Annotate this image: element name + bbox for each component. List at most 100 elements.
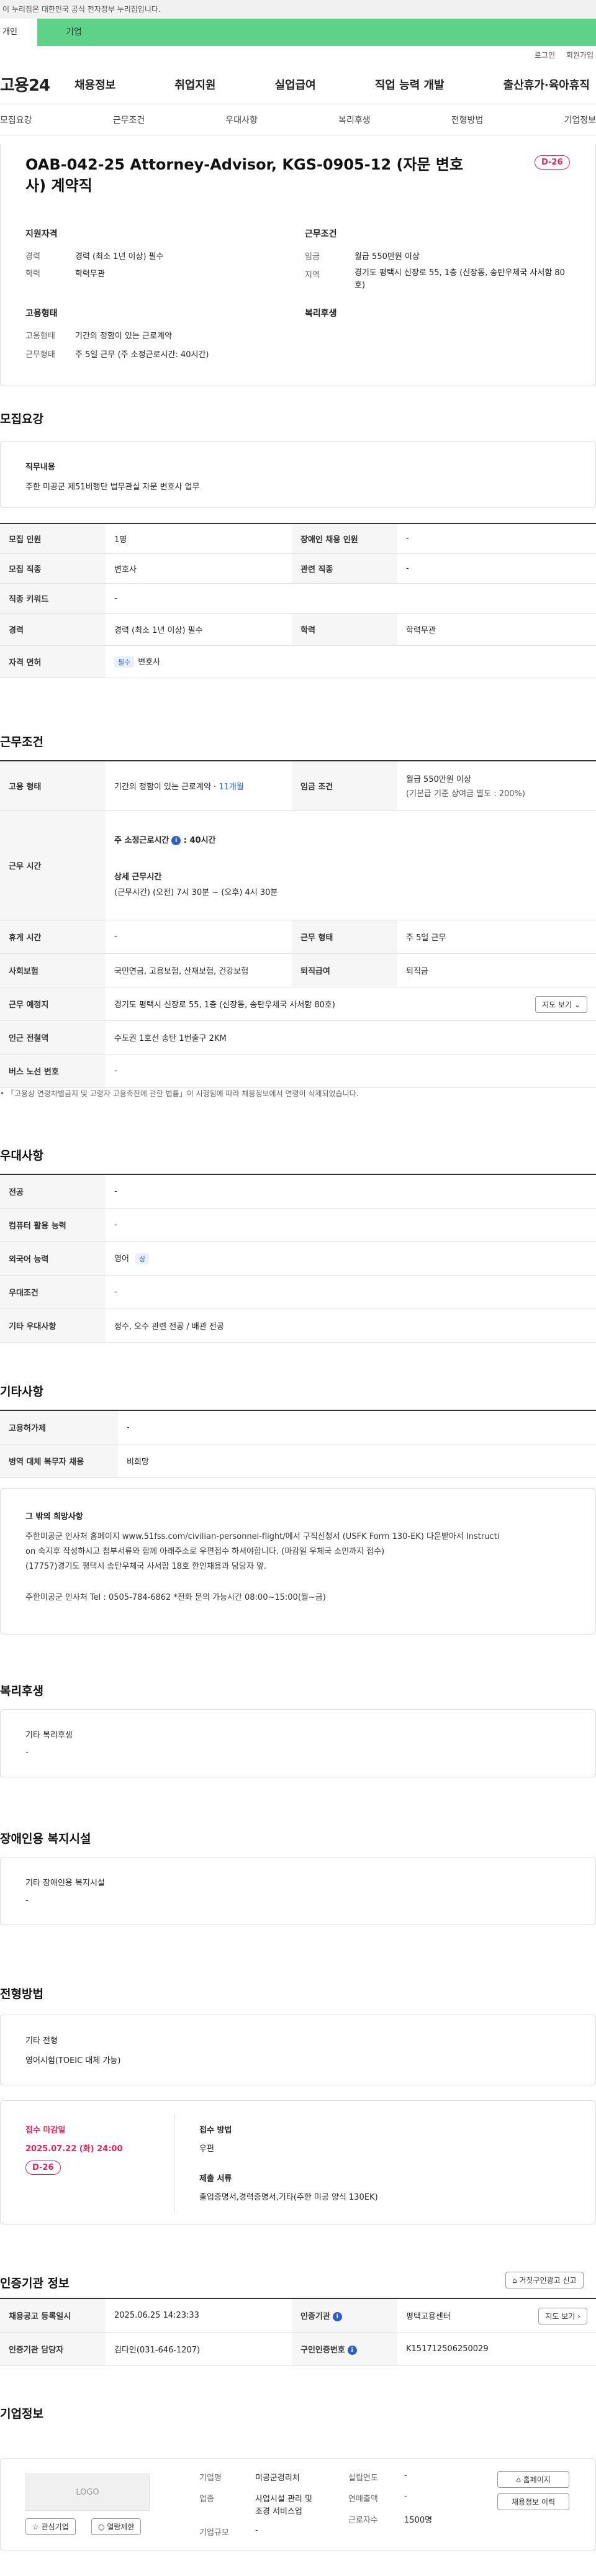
cell-label: 사회보험: [0, 953, 106, 987]
gnb-item-unemployment[interactable]: 실업급여: [275, 76, 316, 93]
util-links: 로그인 회원가입: [0, 46, 596, 65]
welfare-label: 기타 복리후생: [25, 1731, 73, 1740]
job-history-button[interactable]: 채용정보 이력: [497, 2493, 569, 2510]
cell-value: -: [118, 1410, 596, 1444]
conditions-heading: 근무조건: [0, 735, 43, 749]
recruit-heading: 모집요강: [0, 412, 43, 426]
work-time-value: 주 5일 근무 (주 소정근로시간: 40시간): [75, 350, 209, 360]
gnb-item-employment-support[interactable]: 취업지원: [174, 76, 215, 93]
cell-label: 모집 직종: [0, 553, 106, 584]
lang-value: 영어: [114, 1254, 129, 1264]
fav-label: 관심기업: [41, 2523, 69, 2531]
cell-label: 인증기관 i: [292, 2298, 397, 2333]
required-badge: 필수: [114, 656, 135, 668]
cell-label: 기타 우대사항: [0, 1308, 106, 1343]
gnb-item-jobs[interactable]: 채용정보: [74, 76, 115, 93]
cert-heading: 인증기관 정보: [0, 2277, 70, 2290]
duty-label: 직무내용: [25, 463, 55, 472]
sales-value: -: [404, 2492, 407, 2501]
wage-line1: 월급 550만원 이상: [406, 775, 471, 785]
emp-type-label: 고용형태: [25, 332, 55, 341]
report-button-label: 거짓구인광고 신고: [519, 2276, 577, 2285]
edu-value: 학력무관: [75, 270, 105, 279]
hours-detail: (근무시간) (오전) 7시 30분 ~ (오후) 4시 30분: [114, 887, 278, 897]
cell-value: 1명: [106, 524, 292, 554]
map-button[interactable]: 지도 보기 ⌄: [535, 995, 587, 1013]
subnav-recruit[interactable]: 모집요강: [0, 114, 32, 126]
disabled-value: -: [25, 1896, 29, 1905]
homepage-button[interactable]: ⌂ 홈페이지: [497, 2471, 569, 2488]
apply-box: 접수 마감일 2025.07.22 (화) 24:00 D-26 접수 방법 우…: [0, 2100, 596, 2225]
job-title: OAB-042-25 Attorney-Advisor, KGS-0905-12…: [25, 156, 464, 194]
map-button-label: 지도 보기: [545, 2312, 576, 2321]
cell-value: 경기도 평택시 신장로 55, 1층 (신장동, 송탄우체국 사서함 80호) …: [106, 987, 596, 1021]
cell-label: 임금 조건: [292, 761, 397, 811]
deadline-dday: D-26: [25, 2161, 61, 2175]
tab-company[interactable]: 기업: [37, 19, 596, 46]
gnb-item-leave[interactable]: 출산휴가·육아휴직: [503, 76, 590, 93]
subnav-company[interactable]: 기업정보: [564, 114, 596, 126]
restrict-view-button[interactable]: ○ 열람제한: [91, 2518, 142, 2535]
cell-label: 외국어 능력: [0, 1241, 106, 1276]
favorite-company-button[interactable]: ☆ 관심기업: [25, 2518, 76, 2535]
table-row: 직종 키워드 -: [0, 583, 596, 614]
cell-label: 인증기관 담당자: [0, 2332, 106, 2366]
cell-value: 평택고용센터 지도 보기 ›: [397, 2298, 596, 2333]
career-value: 경력 (최소 1년 이상) 필수: [75, 252, 164, 261]
cell-label: 근무 형태: [292, 920, 397, 954]
hope-line: (17757)경기도 평택시 송탄우체국 사서함 18호 한인채용과 담당자 앞…: [25, 1562, 267, 1571]
tab-person[interactable]: 개인: [0, 19, 37, 46]
emp-count-label: 근로자수: [348, 2516, 378, 2525]
selection-value: 영어시험(TOEIC 대체 가능): [25, 2056, 121, 2066]
size-value: -: [255, 2526, 258, 2535]
subnav-preference[interactable]: 우대사항: [225, 114, 258, 126]
cell-value: 김다인(031-646-1207): [106, 2332, 292, 2366]
industry-label: 업종: [199, 2495, 214, 2504]
cell-label: 퇴직급여: [292, 953, 397, 987]
cell-value: -: [106, 1275, 596, 1309]
chevron-right-icon: ›: [577, 2312, 580, 2321]
cell-value: K151712506250029: [397, 2332, 596, 2366]
table-row: 우대조건 -: [0, 1275, 596, 1309]
site-logo[interactable]: 고용24: [0, 73, 74, 96]
table-row: 경력 경력 (최소 1년 이상) 필수 학력 학력무관: [0, 613, 596, 646]
hours-weekly: 주 소정근로시간: [114, 835, 169, 845]
cell-value: 주 소정근로시간 i : 40시간 상세 근무시간 (근무시간) (오전) 7시 …: [106, 810, 596, 920]
subnav-conditions[interactable]: 근무조건: [113, 114, 145, 126]
map-button-label: 지도 보기: [542, 1000, 572, 1009]
info-icon[interactable]: i: [171, 835, 181, 845]
agency-map-button[interactable]: 지도 보기 ›: [538, 2308, 587, 2324]
login-link[interactable]: 로그인: [535, 51, 555, 60]
table-row: 외국어 능력 영어 상: [0, 1241, 596, 1276]
subnav-selection[interactable]: 전형방법: [451, 114, 484, 126]
hours-weekly-value: : 40시간: [183, 835, 216, 845]
license-value: 변호사: [138, 658, 161, 667]
job-summary-card: OAB-042-25 Attorney-Advisor, KGS-0905-12…: [0, 144, 596, 386]
info-icon[interactable]: i: [332, 2311, 342, 2321]
circle-icon: ○: [98, 2523, 105, 2531]
duty-value: 주한 미공군 제51비행단 법무관실 자문 변호사 업무: [25, 483, 200, 492]
report-button[interactable]: ⌂ 거짓구인광고 신고: [505, 2272, 584, 2288]
cell-label: 구인인증번호 i: [292, 2332, 397, 2366]
cell-value: -: [106, 920, 292, 954]
company-name-label: 기업명: [199, 2474, 222, 2483]
cert-table: 채용공고 등록일시 2025.06.25 14:23:33 인증기관 i 평택고용…: [0, 2298, 596, 2366]
cell-value: 월급 550만원 이상 (기본급 기준 상여금 별도 : 200%): [397, 761, 596, 811]
emp-type-value: 기간의 정함이 있는 근로계약: [75, 332, 172, 341]
table-row: 고용허가제 -: [0, 1410, 596, 1444]
gov-banner: 이 누리집은 대한민국 공식 전자정부 누리집입니다.: [0, 0, 596, 19]
info-icon[interactable]: i: [347, 2345, 357, 2355]
disabled-heading: 장애인용 복지시설: [0, 1832, 91, 1846]
recruit-table: 모집 인원 1명 장애인 채용 인원 - 모집 직종 변호사 관련 직종 - 직…: [0, 523, 596, 678]
subnav-welfare[interactable]: 복리후생: [338, 114, 371, 126]
cell-value: -: [397, 553, 596, 584]
selection-heading: 전형방법: [0, 1987, 43, 2001]
age-notice: • 「고용상 연령차별금지 및 고령자 고용촉진에 관한 법률」이 시행됨에 따…: [0, 1089, 359, 1098]
cell-value: -: [106, 583, 596, 614]
cell-label: 장애인 채용 인원: [292, 524, 397, 554]
join-link[interactable]: 회원가입: [566, 51, 594, 60]
emp-value: 기간의 정함이 있는 근로계약 ·: [114, 782, 219, 792]
gnb-item-training[interactable]: 직업 능력 개발: [375, 76, 445, 93]
est-value: -: [404, 2471, 407, 2480]
conditions-table: 고용 형태 기간의 정함이 있는 근로계약 · 11개월 임금 조건 월급 55…: [0, 760, 596, 1088]
